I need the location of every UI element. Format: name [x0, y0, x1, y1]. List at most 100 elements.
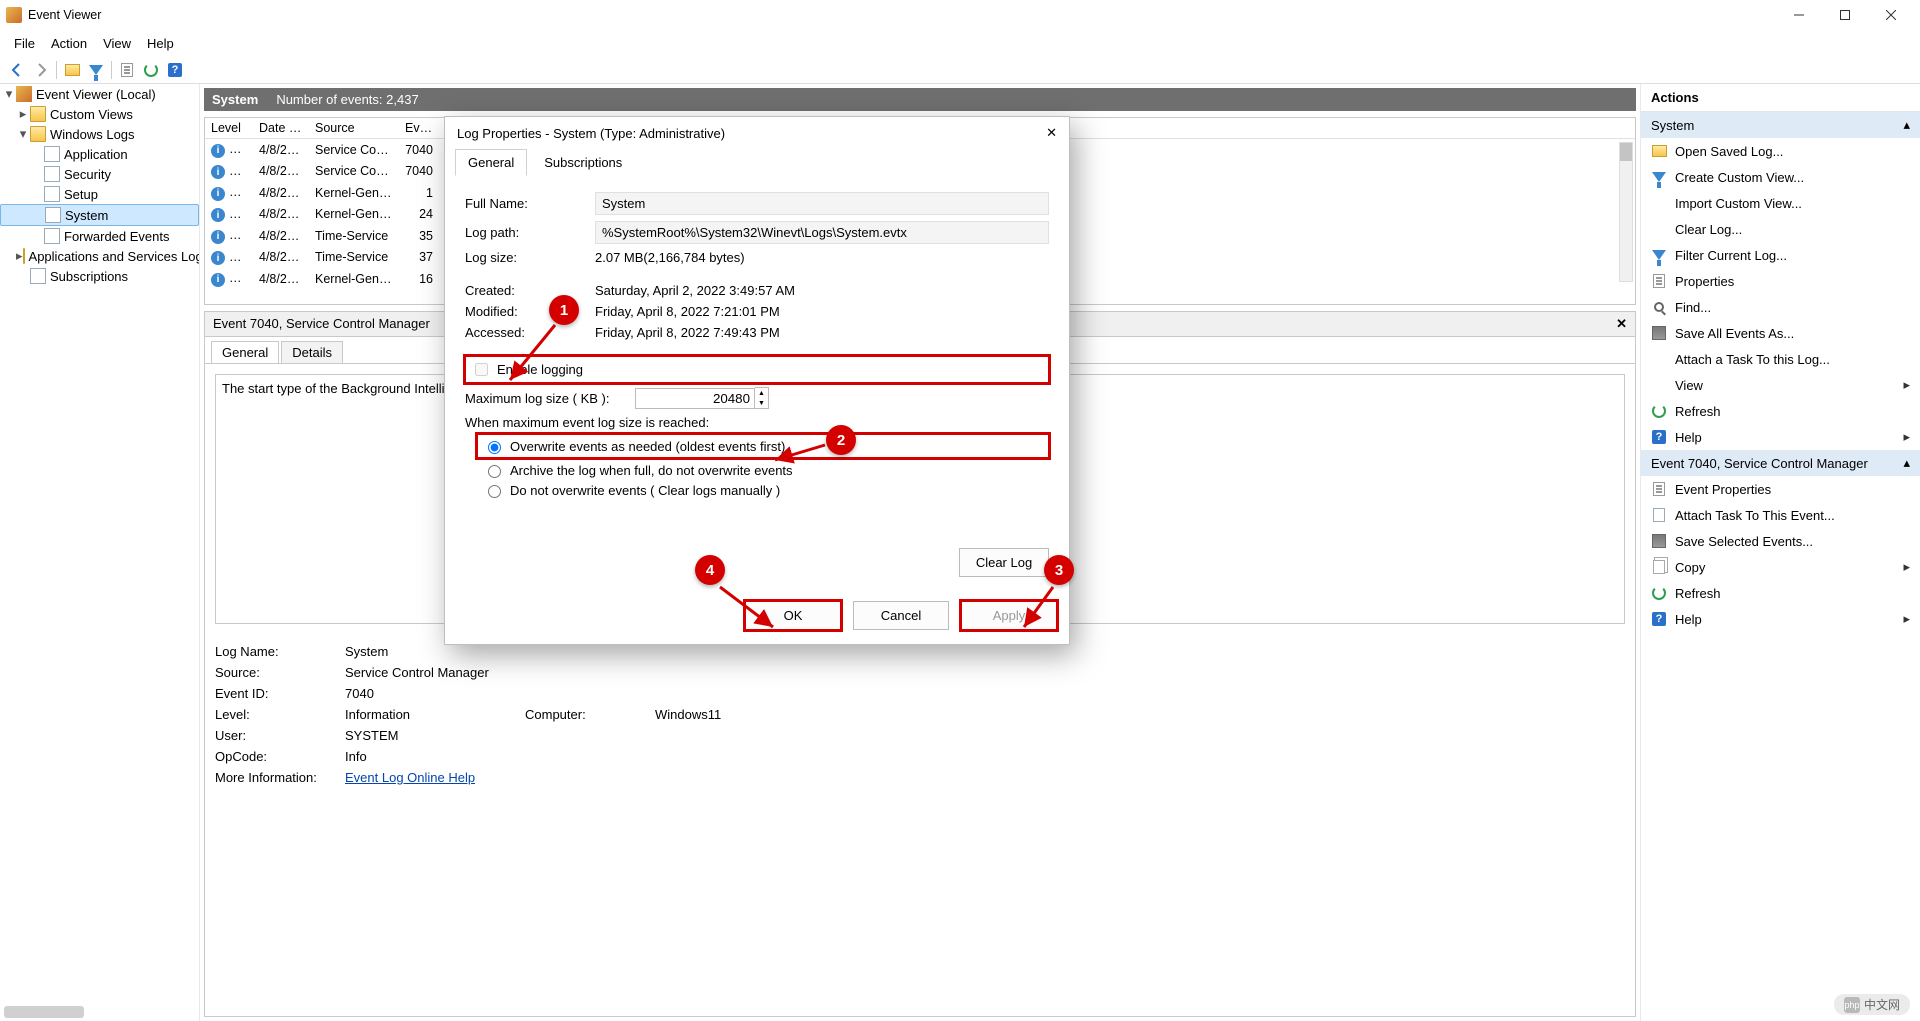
log-icon	[45, 207, 61, 223]
filter-button[interactable]	[87, 61, 105, 79]
minimize-button[interactable]	[1776, 0, 1822, 30]
horizontal-scrollbar[interactable]	[4, 1006, 84, 1018]
clear-log-button[interactable]: Clear Log	[959, 548, 1049, 577]
action-save-selected[interactable]: Save Selected Events...	[1641, 528, 1920, 554]
spinner[interactable]: ▲▼	[755, 387, 769, 409]
tree-root[interactable]: ▾Event Viewer (Local)	[0, 84, 199, 104]
action-properties[interactable]: Properties	[1641, 268, 1920, 294]
action-clear-log[interactable]: Clear Log...	[1641, 216, 1920, 242]
back-button[interactable]	[8, 61, 26, 79]
radio-no-overwrite-input[interactable]	[488, 485, 501, 498]
spinner-up-icon[interactable]: ▲	[755, 388, 768, 398]
radio-archive-input[interactable]	[488, 465, 501, 478]
menu-file[interactable]: File	[8, 34, 41, 53]
action-save-all-events[interactable]: Save All Events As...	[1641, 320, 1920, 346]
properties-button[interactable]	[118, 61, 136, 79]
tree-custom-views[interactable]: ▸Custom Views	[0, 104, 199, 124]
tree-security[interactable]: Security	[0, 164, 199, 184]
refresh-button[interactable]	[142, 61, 160, 79]
subscriptions-icon	[30, 268, 46, 284]
action-attach-task-log[interactable]: Attach a Task To this Log...	[1641, 346, 1920, 372]
action-refresh-2[interactable]: Refresh	[1641, 580, 1920, 606]
refresh-icon	[1652, 586, 1666, 600]
show-hide-tree-button[interactable]	[63, 61, 81, 79]
spinner-down-icon[interactable]: ▼	[755, 398, 768, 408]
expand-icon[interactable]: ▸	[16, 106, 30, 122]
action-help[interactable]: ?Help▸	[1641, 424, 1920, 450]
close-button[interactable]	[1868, 0, 1914, 30]
tree-setup[interactable]: Setup	[0, 184, 199, 204]
log-icon	[44, 146, 60, 162]
action-find[interactable]: Find...	[1641, 294, 1920, 320]
annotation-arrow	[770, 440, 830, 470]
tree-windows-logs[interactable]: ▾Windows Logs	[0, 124, 199, 144]
detail-title: Event 7040, Service Control Manager	[213, 316, 430, 332]
help-button[interactable]: ?	[166, 61, 184, 79]
menu-view[interactable]: View	[97, 34, 137, 53]
dialog-title: Log Properties - System (Type: Administr…	[457, 126, 725, 141]
action-refresh[interactable]: Refresh	[1641, 398, 1920, 424]
actions-section-event[interactable]: Event 7040, Service Control Manager▴	[1641, 450, 1920, 476]
actions-section-system[interactable]: System▴	[1641, 112, 1920, 138]
vertical-scrollbar[interactable]	[1619, 142, 1633, 282]
action-create-custom-view[interactable]: Create Custom View...	[1641, 164, 1920, 190]
maximize-button[interactable]	[1822, 0, 1868, 30]
collapse-icon[interactable]: ▴	[1903, 455, 1910, 471]
cancel-button[interactable]: Cancel	[853, 601, 949, 630]
annotation-badge-4: 4	[695, 555, 725, 585]
enable-logging-input[interactable]	[475, 363, 488, 376]
column-date[interactable]: Date an...	[253, 118, 309, 138]
action-view[interactable]: View▸	[1641, 372, 1920, 398]
log-icon	[44, 186, 60, 202]
info-icon: i	[211, 273, 225, 287]
log-name-header: System	[212, 92, 258, 107]
menu-help[interactable]: Help	[141, 34, 180, 53]
help-icon: ?	[1652, 430, 1666, 444]
action-import-custom-view[interactable]: Import Custom View...	[1641, 190, 1920, 216]
scrollbar-thumb[interactable]	[1620, 143, 1632, 161]
window-title: Event Viewer	[28, 8, 1776, 22]
menu-action[interactable]: Action	[45, 34, 93, 53]
radio-no-overwrite[interactable]: Do not overwrite events ( Clear logs man…	[483, 482, 1049, 498]
collapse-icon[interactable]: ▾	[16, 126, 30, 142]
action-filter-current-log[interactable]: Filter Current Log...	[1641, 242, 1920, 268]
expand-icon[interactable]: ▸	[16, 248, 23, 264]
watermark-logo-icon: php	[1844, 997, 1860, 1013]
chevron-right-icon: ▸	[1903, 377, 1910, 393]
toolbar-separator	[111, 61, 112, 79]
action-copy[interactable]: Copy▸	[1641, 554, 1920, 580]
radio-overwrite[interactable]: Overwrite events as needed (oldest event…	[477, 434, 1049, 458]
link-event-log-help[interactable]: Event Log Online Help	[345, 770, 475, 785]
collapse-icon[interactable]: ▾	[2, 86, 16, 102]
column-level[interactable]: Level	[205, 118, 253, 138]
field-full-name: System	[595, 192, 1049, 215]
log-icon	[44, 228, 60, 244]
info-icon: i	[211, 144, 225, 158]
tab-details[interactable]: Details	[281, 341, 343, 363]
close-icon[interactable]: ✕	[1616, 316, 1627, 332]
dialog-close-icon[interactable]: ✕	[1046, 125, 1057, 141]
radio-archive[interactable]: Archive the log when full, do not overwr…	[483, 462, 1049, 478]
value-user: SYSTEM	[345, 728, 505, 743]
action-open-saved-log[interactable]: Open Saved Log...	[1641, 138, 1920, 164]
radio-overwrite-input[interactable]	[488, 441, 501, 454]
action-help-2[interactable]: ?Help▸	[1641, 606, 1920, 632]
forward-button[interactable]	[32, 61, 50, 79]
tree-apps-services[interactable]: ▸Applications and Services Logs	[0, 246, 199, 266]
tab-general[interactable]: General	[211, 341, 279, 363]
dialog-tab-general[interactable]: General	[455, 149, 527, 176]
tree-application[interactable]: Application	[0, 144, 199, 164]
help-icon: ?	[1652, 612, 1666, 626]
action-attach-task-event[interactable]: Attach Task To This Event...	[1641, 502, 1920, 528]
action-event-properties[interactable]: Event Properties	[1641, 476, 1920, 502]
tree-system[interactable]: System	[0, 204, 199, 226]
max-size-input[interactable]	[635, 388, 755, 409]
navigation-tree[interactable]: ▾Event Viewer (Local) ▸Custom Views ▾Win…	[0, 84, 200, 1021]
collapse-icon[interactable]: ▴	[1903, 117, 1910, 133]
task-icon	[1653, 508, 1665, 522]
column-event-id[interactable]: Event...	[399, 118, 439, 138]
tree-forwarded-events[interactable]: Forwarded Events	[0, 226, 199, 246]
tree-subscriptions[interactable]: Subscriptions	[0, 266, 199, 286]
column-source[interactable]: Source	[309, 118, 399, 138]
dialog-tab-subscriptions[interactable]: Subscriptions	[531, 149, 635, 176]
